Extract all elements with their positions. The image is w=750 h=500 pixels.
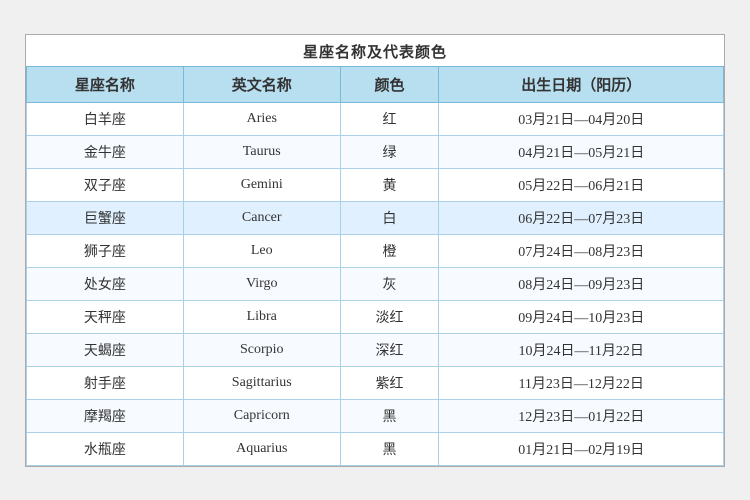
cell-color: 紫红 [340,366,439,399]
cell-color: 黑 [340,432,439,465]
cell-english: Cancer [183,201,340,234]
zodiac-table: 星座名称 英文名称 颜色 出生日期（阳历） 白羊座Aries红03月21日—04… [26,66,724,466]
cell-color: 深红 [340,333,439,366]
table-row: 巨蟹座Cancer白06月22日—07月23日 [27,201,724,234]
cell-english: Capricorn [183,399,340,432]
cell-dates: 09月24日—10月23日 [439,300,724,333]
table-row: 双子座Gemini黄05月22日—06月21日 [27,168,724,201]
cell-dates: 05月22日—06月21日 [439,168,724,201]
cell-chinese: 处女座 [27,267,184,300]
cell-chinese: 天秤座 [27,300,184,333]
cell-english: Sagittarius [183,366,340,399]
cell-dates: 04月21日—05月21日 [439,135,724,168]
cell-chinese: 天蝎座 [27,333,184,366]
cell-dates: 03月21日—04月20日 [439,102,724,135]
table-row: 水瓶座Aquarius黑01月21日—02月19日 [27,432,724,465]
cell-chinese: 水瓶座 [27,432,184,465]
cell-chinese: 白羊座 [27,102,184,135]
cell-english: Libra [183,300,340,333]
table-header-row: 星座名称 英文名称 颜色 出生日期（阳历） [27,66,724,102]
cell-chinese: 射手座 [27,366,184,399]
cell-english: Taurus [183,135,340,168]
table-row: 天蝎座Scorpio深红10月24日—11月22日 [27,333,724,366]
col-header-dates: 出生日期（阳历） [439,66,724,102]
table-row: 天秤座Libra淡红09月24日—10月23日 [27,300,724,333]
cell-color: 灰 [340,267,439,300]
cell-chinese: 巨蟹座 [27,201,184,234]
cell-chinese: 金牛座 [27,135,184,168]
cell-english: Aquarius [183,432,340,465]
cell-dates: 10月24日—11月22日 [439,333,724,366]
col-header-english: 英文名称 [183,66,340,102]
cell-english: Gemini [183,168,340,201]
cell-color: 红 [340,102,439,135]
table-row: 处女座Virgo灰08月24日—09月23日 [27,267,724,300]
col-header-color: 颜色 [340,66,439,102]
table-row: 白羊座Aries红03月21日—04月20日 [27,102,724,135]
cell-english: Aries [183,102,340,135]
table-row: 金牛座Taurus绿04月21日—05月21日 [27,135,724,168]
table-row: 摩羯座Capricorn黑12月23日—01月22日 [27,399,724,432]
table-row: 狮子座Leo橙07月24日—08月23日 [27,234,724,267]
cell-english: Scorpio [183,333,340,366]
cell-english: Leo [183,234,340,267]
cell-dates: 06月22日—07月23日 [439,201,724,234]
cell-chinese: 狮子座 [27,234,184,267]
cell-color: 橙 [340,234,439,267]
cell-chinese: 摩羯座 [27,399,184,432]
cell-dates: 12月23日—01月22日 [439,399,724,432]
cell-dates: 11月23日—12月22日 [439,366,724,399]
page-title: 星座名称及代表颜色 [26,35,724,66]
table-row: 射手座Sagittarius紫红11月23日—12月22日 [27,366,724,399]
cell-dates: 08月24日—09月23日 [439,267,724,300]
cell-color: 淡红 [340,300,439,333]
main-container: 星座名称及代表颜色 星座名称 英文名称 颜色 出生日期（阳历） 白羊座Aries… [25,34,725,467]
col-header-chinese: 星座名称 [27,66,184,102]
cell-dates: 01月21日—02月19日 [439,432,724,465]
cell-chinese: 双子座 [27,168,184,201]
cell-english: Virgo [183,267,340,300]
cell-color: 白 [340,201,439,234]
cell-dates: 07月24日—08月23日 [439,234,724,267]
cell-color: 黄 [340,168,439,201]
cell-color: 绿 [340,135,439,168]
cell-color: 黑 [340,399,439,432]
